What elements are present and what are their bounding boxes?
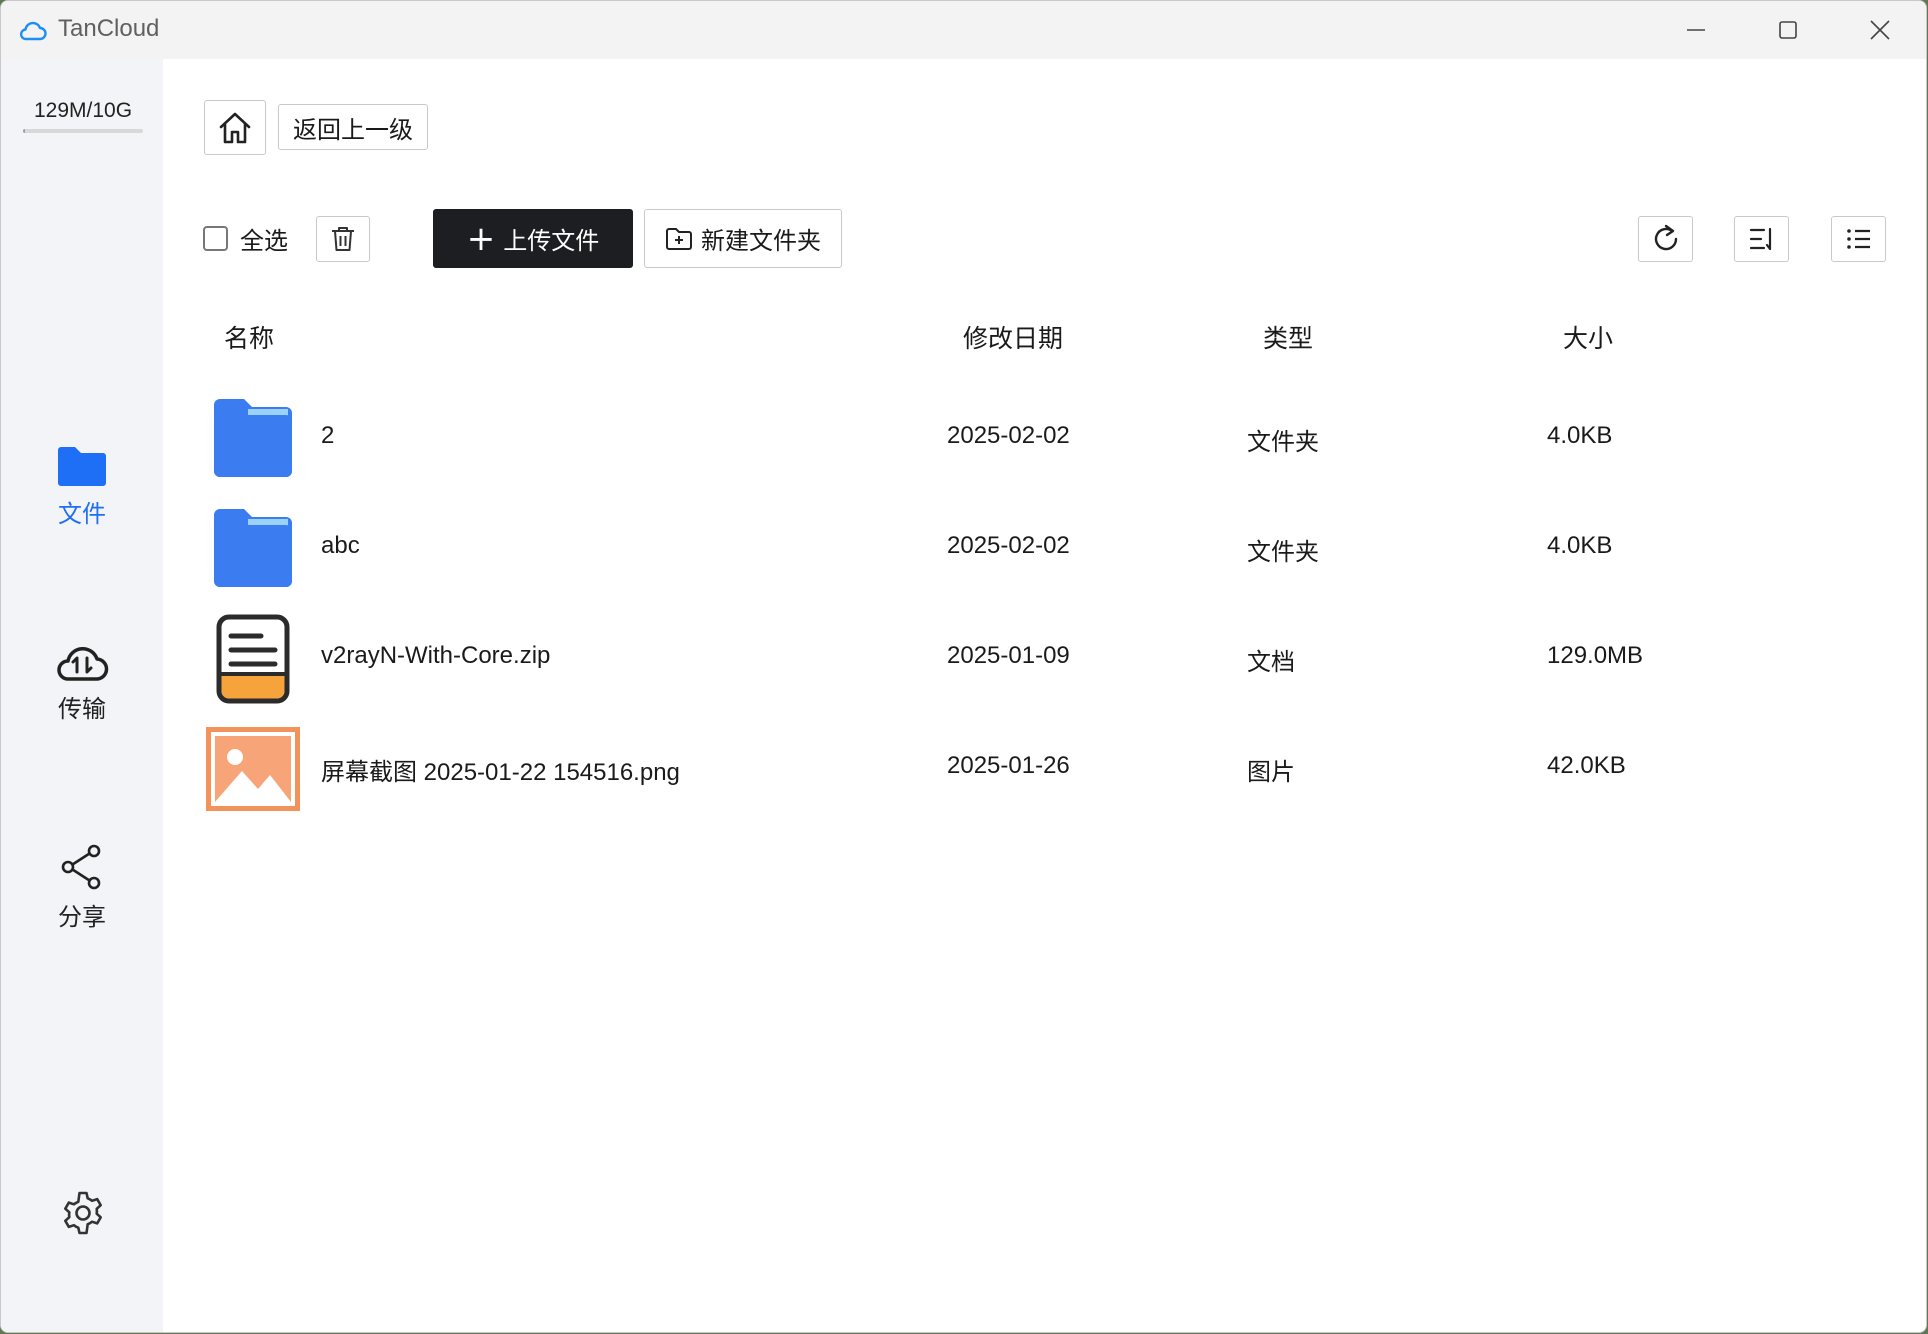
file-type: 图片 — [1247, 759, 1295, 786]
sidebar-item-label: 分享 — [58, 903, 106, 931]
new-folder-button[interactable]: 新建文件夹 — [644, 209, 842, 268]
storage-quota-bar — [23, 129, 143, 133]
file-date: 2025-02-02 — [947, 532, 1070, 559]
file-type: 文档 — [1247, 649, 1295, 676]
table-row[interactable]: v2rayN-With-Core.zip 2025-01-09 文档 129.0… — [163, 604, 1926, 714]
file-name[interactable]: 屏幕截图 2025-01-22 154516.png — [321, 752, 680, 787]
file-date: 2025-01-26 — [947, 752, 1070, 779]
folder-icon — [206, 502, 300, 596]
title-bar: TanCloud — [1, 1, 1926, 59]
sidebar: 129M/10G 文件 传输 分享 — [1, 59, 163, 1332]
table-row[interactable]: 屏幕截图 2025-01-22 154516.png 2025-01-26 图片… — [163, 714, 1926, 824]
file-type: 文件夹 — [1247, 539, 1319, 566]
new-folder-label: 新建文件夹 — [701, 227, 821, 255]
file-name[interactable]: v2rayN-With-Core.zip — [321, 642, 550, 670]
file-date: 2025-02-02 — [947, 422, 1070, 449]
home-button[interactable] — [204, 100, 266, 155]
column-header-size[interactable]: 大小 — [1563, 319, 1613, 355]
file-size: 4.0KB — [1547, 532, 1613, 559]
file-name[interactable]: abc — [321, 532, 360, 560]
delete-button[interactable] — [316, 216, 370, 262]
settings-button[interactable] — [59, 1189, 107, 1237]
checkbox[interactable] — [203, 226, 228, 251]
sidebar-item-files[interactable]: 文件 — [1, 444, 163, 529]
file-name[interactable]: 2 — [321, 422, 334, 450]
file-size: 42.0KB — [1547, 752, 1626, 779]
cloud-transfer-icon — [57, 646, 109, 681]
folder-icon — [58, 447, 106, 486]
table-row[interactable]: 2 2025-02-02 文件夹 4.0KB — [163, 384, 1926, 494]
gear-icon — [64, 1191, 102, 1235]
app-window: TanCloud 129M/10G 文件 传输 分享 返回上一级 全选 + 上传… — [0, 0, 1927, 1333]
refresh-button[interactable] — [1638, 216, 1693, 262]
file-size: 129.0MB — [1547, 642, 1644, 669]
home-icon — [219, 112, 251, 143]
list-icon — [1846, 229, 1870, 249]
column-header-type[interactable]: 类型 — [1263, 319, 1313, 355]
storage-quota-fill — [23, 129, 25, 133]
upload-file-label: 上传文件 — [503, 227, 600, 255]
sidebar-item-label: 文件 — [58, 500, 106, 528]
plus-icon: + — [466, 218, 496, 259]
close-icon — [1870, 20, 1890, 40]
sidebar-item-share[interactable]: 分享 — [1, 843, 163, 932]
file-date: 2025-01-09 — [947, 642, 1070, 669]
document-icon — [206, 612, 300, 706]
sort-button[interactable] — [1734, 216, 1789, 262]
table-row[interactable]: abc 2025-02-02 文件夹 4.0KB — [163, 494, 1926, 604]
refresh-icon — [1654, 224, 1677, 251]
storage-quota: 129M/10G — [33, 99, 133, 122]
folder-plus-icon — [666, 227, 692, 250]
minimize-icon — [1687, 29, 1705, 31]
column-header-name[interactable]: 名称 — [224, 319, 274, 355]
maximize-button[interactable] — [1742, 1, 1834, 59]
upload-file-button[interactable]: + 上传文件 — [433, 209, 633, 268]
select-all-checkbox[interactable]: 全选 — [203, 221, 288, 256]
file-size: 4.0KB — [1547, 422, 1613, 449]
maximize-icon — [1779, 21, 1797, 39]
close-button[interactable] — [1834, 1, 1926, 59]
list-view-button[interactable] — [1831, 216, 1886, 262]
sidebar-item-transfer[interactable]: 传输 — [1, 639, 163, 724]
sidebar-item-label: 传输 — [58, 695, 106, 723]
select-all-label: 全选 — [240, 227, 288, 255]
sort-icon — [1749, 227, 1771, 251]
column-header-date[interactable]: 修改日期 — [963, 319, 1063, 355]
main-content: 返回上一级 全选 + 上传文件 新建文件夹 名称 修改日期 类型 大小 2 20… — [163, 59, 1926, 1332]
image-icon — [206, 722, 300, 816]
trash-icon — [332, 227, 354, 251]
folder-icon — [206, 392, 300, 486]
app-title: TanCloud — [58, 15, 160, 42]
minimize-button[interactable] — [1650, 1, 1742, 59]
share-icon — [61, 844, 101, 890]
back-to-parent-button[interactable]: 返回上一级 — [278, 104, 428, 150]
cloud-logo-icon — [19, 21, 47, 41]
file-type: 文件夹 — [1247, 429, 1319, 456]
